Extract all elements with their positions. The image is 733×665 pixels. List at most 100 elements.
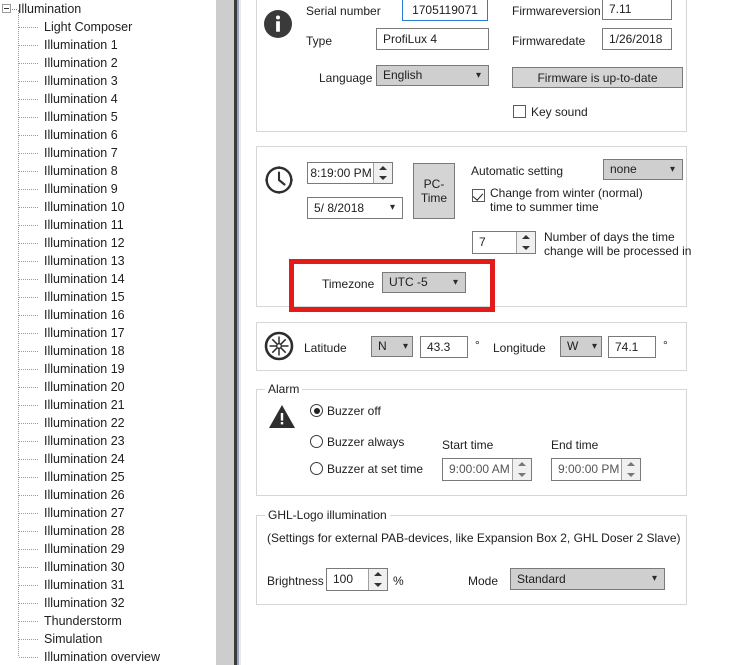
- tree-item[interactable]: Illumination 12: [0, 234, 216, 252]
- tree-item[interactable]: Illumination 23: [0, 432, 216, 450]
- end-time-spin-down-icon[interactable]: [622, 470, 640, 481]
- tree-item-label: Illumination 29: [44, 542, 125, 556]
- brightness-spin-down-icon[interactable]: [369, 580, 387, 591]
- tree-item[interactable]: Illumination 11: [0, 216, 216, 234]
- start-time-spin-up-icon[interactable]: [513, 459, 531, 470]
- tree-item[interactable]: Illumination 3: [0, 72, 216, 90]
- tree-item-illumination-root[interactable]: Illumination: [0, 0, 216, 18]
- brightness-spinner[interactable]: 100: [326, 568, 388, 591]
- days-spin-up-icon[interactable]: [517, 232, 535, 243]
- latitude-label: Latitude: [304, 341, 347, 355]
- start-time-spin-buttons[interactable]: [512, 459, 531, 480]
- tree-item[interactable]: Illumination 14: [0, 270, 216, 288]
- summer-time-label-line2: time to summer time: [490, 200, 599, 214]
- tree-item[interactable]: Illumination 26: [0, 486, 216, 504]
- key-sound-label: Key sound: [531, 105, 588, 119]
- automatic-setting-select[interactable]: none ▾: [603, 159, 683, 180]
- latitude-hemisphere-select[interactable]: N ▾: [371, 336, 413, 357]
- tree-item[interactable]: Illumination 18: [0, 342, 216, 360]
- tree-item[interactable]: Illumination 21: [0, 396, 216, 414]
- longitude-hemisphere-select[interactable]: W ▾: [560, 336, 602, 357]
- timezone-select[interactable]: UTC -5 ▾: [382, 272, 466, 293]
- firmware-date-field[interactable]: 1/26/2018: [602, 28, 672, 50]
- latitude-field[interactable]: 43.3: [420, 336, 468, 358]
- days-until-change-spinner[interactable]: 7: [472, 231, 536, 254]
- tree-item[interactable]: Illumination 29: [0, 540, 216, 558]
- time-spin-up-icon[interactable]: [374, 163, 392, 173]
- tree-item[interactable]: Illumination 7: [0, 144, 216, 162]
- tree-expander-icon[interactable]: [2, 4, 11, 13]
- tree-item[interactable]: Illumination 31: [0, 576, 216, 594]
- tree-item[interactable]: Illumination 24: [0, 450, 216, 468]
- end-time-spinner[interactable]: 9:00:00 PM: [551, 458, 641, 481]
- brightness-spin-up-icon[interactable]: [369, 569, 387, 580]
- end-time-spin-up-icon[interactable]: [622, 459, 640, 470]
- settings-content: Serial number 1705119071 Type ProfiLux 4…: [241, 0, 733, 665]
- time-spin-buttons[interactable]: [373, 163, 392, 183]
- pc-time-button[interactable]: PC- Time: [413, 163, 455, 219]
- firmware-version-field[interactable]: 7.11: [602, 0, 672, 20]
- buzzer-off-radio[interactable]: [310, 404, 323, 417]
- tree-item[interactable]: Illumination 5: [0, 108, 216, 126]
- tree-item-label: Illumination 3: [44, 74, 118, 88]
- tree-item[interactable]: Illumination 17: [0, 324, 216, 342]
- device-time-value: 8:19:00 PM: [310, 166, 372, 180]
- tree-item[interactable]: Illumination 28: [0, 522, 216, 540]
- tree-item[interactable]: Light Composer: [0, 18, 216, 36]
- tree-connector: [19, 495, 38, 497]
- start-time-value: 9:00:00 AM: [449, 462, 510, 476]
- tree-item[interactable]: Illumination 9: [0, 180, 216, 198]
- tree-item[interactable]: Illumination 15: [0, 288, 216, 306]
- tree-connector: [19, 459, 38, 461]
- tree-item[interactable]: Illumination 1: [0, 36, 216, 54]
- buzzer-at-set-time-radio[interactable]: [310, 462, 323, 475]
- key-sound-checkbox[interactable]: [513, 105, 526, 118]
- language-select[interactable]: English ▾: [376, 65, 489, 86]
- tree-item[interactable]: Illumination 30: [0, 558, 216, 576]
- tree-connector: [19, 135, 38, 137]
- latitude-hemisphere-value: N: [378, 339, 387, 353]
- tree-item-label: Illumination 20: [44, 380, 125, 394]
- time-spin-down-icon[interactable]: [374, 173, 392, 183]
- type-field[interactable]: ProfiLux 4: [376, 28, 489, 50]
- firmware-up-to-date-button[interactable]: Firmware is up-to-date: [512, 67, 683, 88]
- tree-item[interactable]: Illumination 2: [0, 54, 216, 72]
- serial-number-field[interactable]: 1705119071: [402, 0, 488, 21]
- brightness-label: Brightness: [267, 574, 324, 588]
- mode-select[interactable]: Standard ▾: [510, 568, 665, 590]
- tree-item[interactable]: Illumination 4: [0, 90, 216, 108]
- device-date-value: 5/ 8/2018: [314, 201, 365, 215]
- chevron-down-icon: ▾: [591, 341, 597, 352]
- tree-item[interactable]: Illumination 19: [0, 360, 216, 378]
- start-time-spin-down-icon[interactable]: [513, 470, 531, 481]
- buzzer-always-radio[interactable]: [310, 435, 323, 448]
- tree-item[interactable]: Simulation: [0, 630, 216, 648]
- device-time-spinner[interactable]: 8:19:00 PM: [307, 162, 393, 184]
- tree-connector: [19, 333, 38, 335]
- tree-item-label: Illumination 9: [44, 182, 118, 196]
- tree-item[interactable]: Illumination overview: [0, 648, 216, 665]
- days-spin-buttons[interactable]: [516, 232, 535, 253]
- tree-item[interactable]: Illumination 32: [0, 594, 216, 612]
- start-time-spinner[interactable]: 9:00:00 AM: [442, 458, 532, 481]
- longitude-field[interactable]: 74.1: [608, 336, 656, 358]
- tree-item[interactable]: Illumination 25: [0, 468, 216, 486]
- tree-item[interactable]: Thunderstorm: [0, 612, 216, 630]
- navigation-tree[interactable]: Illumination Light Composer Illumination …: [0, 0, 216, 665]
- tree-item[interactable]: Illumination 13: [0, 252, 216, 270]
- days-spin-down-icon[interactable]: [517, 243, 535, 254]
- latitude-degree-symbol: °: [475, 338, 480, 352]
- end-time-spin-buttons[interactable]: [621, 459, 640, 480]
- tree-vertical-scrollbar[interactable]: [216, 0, 234, 665]
- buzzer-at-set-time-label: Buzzer at set time: [327, 462, 424, 476]
- device-date-picker[interactable]: 5/ 8/2018 ▾: [307, 197, 403, 219]
- tree-item[interactable]: Illumination 20: [0, 378, 216, 396]
- tree-item[interactable]: Illumination 27: [0, 504, 216, 522]
- tree-item[interactable]: Illumination 6: [0, 126, 216, 144]
- tree-item[interactable]: Illumination 16: [0, 306, 216, 324]
- tree-item[interactable]: Illumination 8: [0, 162, 216, 180]
- tree-item[interactable]: Illumination 22: [0, 414, 216, 432]
- tree-item[interactable]: Illumination 10: [0, 198, 216, 216]
- brightness-spin-buttons[interactable]: [368, 569, 387, 590]
- summer-time-checkbox[interactable]: [472, 189, 485, 202]
